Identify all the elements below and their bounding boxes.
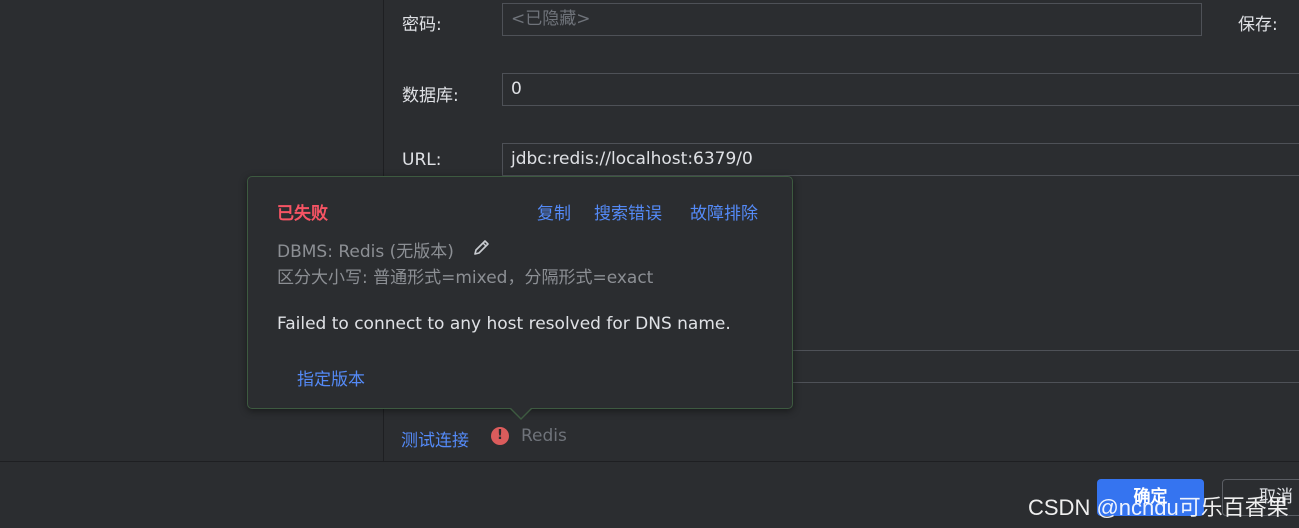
dbms-info: DBMS: Redis (无版本): [277, 242, 454, 262]
troubleshoot-link[interactable]: 故障排除: [690, 199, 758, 224]
pencil-icon[interactable]: [472, 237, 492, 257]
connection-error-popup: 已失败 复制 搜索错误 故障排除 DBMS: Redis (无版本) 区分大小写…: [247, 176, 793, 409]
save-label: 保存:: [1238, 15, 1278, 35]
database-label: 数据库:: [402, 86, 459, 106]
specify-version-link[interactable]: 指定版本: [297, 365, 365, 390]
url-label: URL:: [402, 150, 442, 170]
database-field[interactable]: 0: [502, 73, 1299, 106]
password-field[interactable]: <已隐藏>: [502, 3, 1202, 36]
search-error-link[interactable]: 搜索错误: [594, 199, 662, 224]
popup-arrow-fill: [511, 408, 531, 418]
error-message: Failed to connect to any host resolved f…: [277, 314, 731, 334]
hidden-field[interactable]: [780, 350, 1299, 383]
data-source-dialog: 密码: <已隐藏> 保存: 数据库: 0 URL: jdbc:redis://l…: [0, 0, 1299, 528]
popup-status: 已失败: [277, 204, 328, 224]
watermark: CSDN @ncndu可乐百香果: [1028, 495, 1289, 520]
case-sensitivity-info: 区分大小写: 普通形式=mixed，分隔形式=exact: [277, 268, 654, 288]
copy-link[interactable]: 复制: [537, 199, 571, 224]
password-label: 密码:: [402, 15, 442, 35]
test-connection-link[interactable]: 测试连接: [401, 426, 469, 451]
driver-name: Redis: [521, 426, 567, 446]
error-icon: !: [491, 427, 509, 445]
url-field[interactable]: jdbc:redis://localhost:6379/0: [502, 143, 1299, 176]
